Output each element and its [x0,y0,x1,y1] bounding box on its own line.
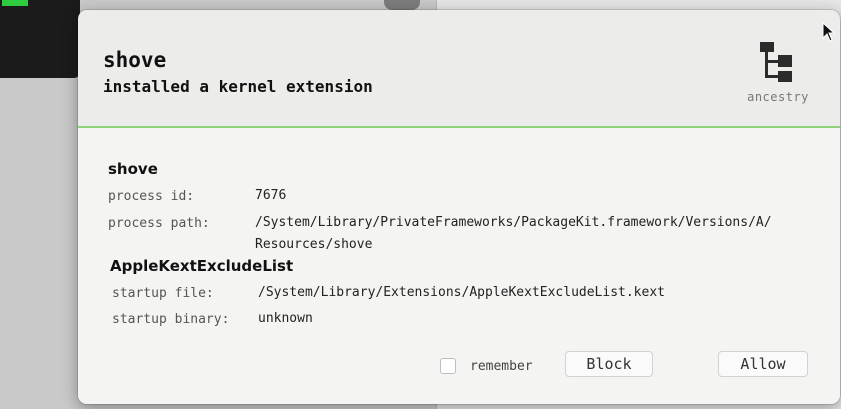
startup-binary-label: startup binary: [112,312,230,327]
hierarchy-icon [760,42,792,82]
remember-checkbox[interactable] [440,358,456,374]
allow-button[interactable]: Allow [718,351,808,377]
alert-header: shove installed a kernel extension ances… [78,10,840,127]
alert-details: shove process id: 7676 process path: /Sy… [78,128,840,404]
block-button[interactable]: Block [565,351,653,377]
process-path-label: process path: [108,216,210,231]
startup-binary-value: unknown [258,311,313,326]
background-badge [384,0,420,10]
terminal-prompt-highlight [2,0,28,6]
mouse-pointer-icon [822,22,836,42]
kext-alert-dialog: shove installed a kernel extension ances… [78,10,840,404]
process-path-value-line1: /System/Library/PrivateFrameworks/Packag… [255,215,772,230]
process-section-title: shove [108,160,158,178]
remember-toggle[interactable]: remember [440,357,533,375]
process-id-value: 7676 [255,188,287,203]
process-name-title: shove [103,48,167,72]
startup-file-label: startup file: [112,286,214,301]
item-section-title: AppleKextExcludeList [110,257,294,275]
ancestry-label: ancestry [747,90,809,104]
remember-label: remember [470,358,533,374]
process-path-value-line2: Resources/shove [255,237,373,252]
ancestry-button[interactable]: ancestry [733,42,823,112]
process-id-label: process id: [108,189,195,204]
event-description: installed a kernel extension [103,77,373,96]
startup-file-value: /System/Library/Extensions/AppleKextExcl… [258,285,665,300]
background-terminal-window [0,0,80,78]
